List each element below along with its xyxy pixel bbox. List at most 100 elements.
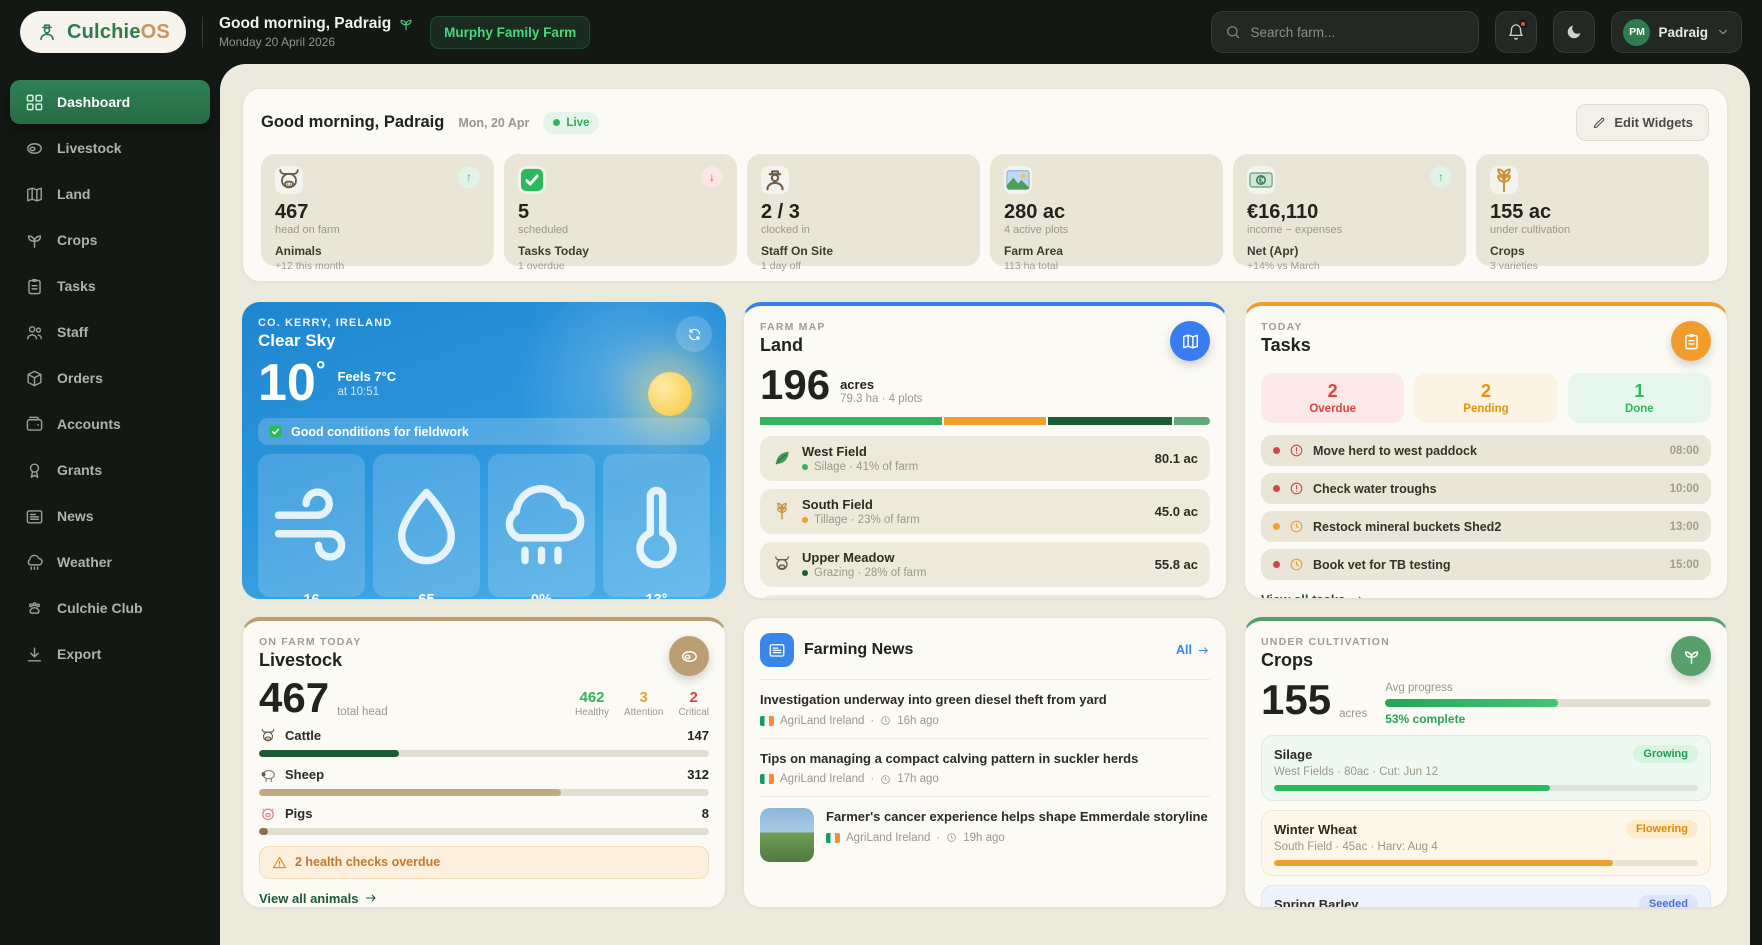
search-icon bbox=[1225, 24, 1241, 40]
task-row[interactable]: Check water troughs 10:00 bbox=[1261, 473, 1711, 504]
view-all-tasks-link[interactable]: View all tasks bbox=[1261, 592, 1365, 599]
notifications-button[interactable] bbox=[1495, 11, 1537, 53]
plot-row[interactable]: Upper Meadow Grazing · 28% of farm 55.8 … bbox=[760, 542, 1210, 587]
land-map-button[interactable] bbox=[1170, 321, 1210, 361]
sidebar-item[interactable]: Accounts bbox=[10, 402, 210, 446]
task-row[interactable]: Restock mineral buckets Shed2 13:00 bbox=[1261, 511, 1711, 542]
search-input[interactable] bbox=[1250, 25, 1465, 40]
sidebar-item[interactable]: Staff bbox=[10, 310, 210, 354]
animal-icon bbox=[259, 727, 277, 745]
news-all-link[interactable]: All bbox=[1176, 643, 1210, 657]
plot-name: West Field bbox=[802, 444, 1145, 459]
task-status-count: 2 bbox=[1414, 381, 1557, 402]
sidebar-item[interactable]: Orders bbox=[10, 356, 210, 400]
sidebar-item[interactable]: Crops bbox=[10, 218, 210, 262]
stat-card[interactable]: ↓ 5 scheduled Tasks Today 1 overdue bbox=[504, 154, 737, 266]
crop-bar-track bbox=[1274, 860, 1698, 866]
crop-status-badge: Seeded bbox=[1639, 895, 1698, 908]
clock-icon bbox=[946, 832, 957, 843]
crop-card[interactable]: Winter Wheat Flowering South Field · 45a… bbox=[1261, 810, 1711, 876]
sidebar-item-label: Culchie Club bbox=[57, 600, 143, 616]
news-list: Investigation underway into green diesel… bbox=[760, 679, 1210, 873]
steak-icon bbox=[680, 647, 699, 666]
crop-name: Winter Wheat bbox=[1274, 822, 1357, 837]
task-row[interactable]: Move herd to west paddock 08:00 bbox=[1261, 435, 1711, 466]
sidebar-item[interactable]: Culchie Club bbox=[10, 586, 210, 630]
livestock-button[interactable] bbox=[669, 636, 709, 676]
sidebar-item[interactable]: Export bbox=[10, 632, 210, 676]
tasks-button[interactable] bbox=[1671, 321, 1711, 361]
land-usage-segment bbox=[760, 417, 942, 425]
crops-unit: acres bbox=[1339, 708, 1367, 720]
sidebar-item[interactable]: Land bbox=[10, 172, 210, 216]
user-name: Padraig bbox=[1658, 25, 1708, 40]
land-acres-meta: acres 79.3 ha · 4 plots bbox=[840, 377, 922, 405]
plot-status-dot bbox=[802, 464, 808, 470]
sidebar-item[interactable]: Livestock bbox=[10, 126, 210, 170]
crops-progress-track bbox=[1385, 699, 1711, 707]
stat-value: €16,110 bbox=[1247, 201, 1452, 223]
livestock-health-stats: 462 Healthy 3 Attention 2 Critical bbox=[575, 689, 709, 718]
task-status-pill[interactable]: 2 Pending bbox=[1414, 373, 1557, 423]
sidebar-nav: Dashboard Livestock Land Crops Tasks Sta… bbox=[10, 80, 210, 676]
weather-refresh-button[interactable] bbox=[676, 316, 712, 352]
task-priority-dot bbox=[1273, 485, 1280, 492]
plot-info: West Field Silage · 41% of farm bbox=[802, 444, 1145, 473]
view-all-animals-link[interactable]: View all animals bbox=[259, 891, 378, 906]
crops-acres-value: 155 bbox=[1261, 680, 1331, 720]
animal-row[interactable]: Pigs 8 bbox=[259, 805, 709, 835]
edit-widgets-button[interactable]: Edit Widgets bbox=[1576, 104, 1709, 141]
sidebar-item[interactable]: Dashboard bbox=[10, 80, 210, 124]
news-item[interactable]: Tips on managing a compact calving patte… bbox=[760, 738, 1210, 797]
plot-name: South Field bbox=[802, 497, 1145, 512]
search-bar[interactable] bbox=[1211, 11, 1479, 53]
plot-row[interactable]: River Parcel Woodland · 8% of farm 15.1 … bbox=[760, 595, 1210, 599]
stat-card[interactable]: 2 / 3 clocked in Staff On Site 1 day off bbox=[747, 154, 980, 266]
news-item[interactable]: Investigation underway into green diesel… bbox=[760, 679, 1210, 738]
weather-condition: Clear Sky bbox=[258, 331, 710, 351]
crops-progress-text: 53% complete bbox=[1385, 712, 1711, 726]
stat-card[interactable]: ↑ 467 head on farm Animals +12 this mont… bbox=[261, 154, 494, 266]
task-status-pill[interactable]: 2 Overdue bbox=[1261, 373, 1404, 423]
task-status-pill[interactable]: 1 Done bbox=[1568, 373, 1711, 423]
plot-row[interactable]: South Field Tillage · 23% of farm 45.0 a… bbox=[760, 489, 1210, 534]
stat-card[interactable]: € ↑ €16,110 income − expenses Net (Apr) … bbox=[1233, 154, 1466, 266]
plot-status-dot bbox=[802, 517, 808, 523]
stat-icon bbox=[275, 166, 303, 194]
livestock-total-label: total head bbox=[337, 706, 388, 718]
tasks-widget: TODAY Tasks 2 Overdue 2 Pending bbox=[1244, 302, 1728, 599]
sidebar-item[interactable]: Tasks bbox=[10, 264, 210, 308]
welcome-card: Good morning, Padraig Mon, 20 Apr Live E… bbox=[242, 88, 1728, 282]
svg-text:€: € bbox=[1259, 175, 1264, 185]
land-unit: acres bbox=[840, 377, 922, 392]
crop-card[interactable]: Spring Barley Seeded Top Field · 30ac · … bbox=[1261, 885, 1711, 908]
app-logo[interactable]: CulchieOS bbox=[20, 11, 186, 53]
animal-row[interactable]: Cattle 147 bbox=[259, 727, 709, 757]
task-row[interactable]: Book vet for TB testing 15:00 bbox=[1261, 549, 1711, 580]
sidebar-item[interactable]: News bbox=[10, 494, 210, 538]
health-alert-banner[interactable]: 2 health checks overdue bbox=[259, 846, 709, 879]
user-menu[interactable]: PM Padraig bbox=[1611, 11, 1742, 53]
dark-mode-toggle[interactable] bbox=[1553, 11, 1595, 53]
page-title: Good morning, Padraig bbox=[261, 113, 444, 132]
ireland-flag-icon bbox=[760, 716, 774, 726]
sidebar-item-icon bbox=[25, 185, 44, 204]
stat-card[interactable]: 280 ac 4 active plots Farm Area 113 ha t… bbox=[990, 154, 1223, 266]
stat-label: Crops bbox=[1490, 244, 1695, 258]
stat-value: 155 ac bbox=[1490, 201, 1695, 223]
news-item[interactable]: Farmer's cancer experience helps shape E… bbox=[760, 796, 1210, 873]
sidebar-item[interactable]: Grants bbox=[10, 448, 210, 492]
plot-row[interactable]: West Field Silage · 41% of farm 80.1 ac bbox=[760, 436, 1210, 481]
stat-label: Farm Area bbox=[1004, 244, 1209, 258]
crop-card[interactable]: Silage Growing West Fields · 80ac · Cut:… bbox=[1261, 735, 1711, 801]
animal-row[interactable]: Sheep 312 bbox=[259, 766, 709, 796]
livestock-eyebrow: ON FARM TODAY bbox=[259, 636, 362, 648]
edit-widgets-label: Edit Widgets bbox=[1614, 115, 1693, 130]
land-usage-segment bbox=[1048, 417, 1172, 425]
crops-button[interactable] bbox=[1671, 636, 1711, 676]
crop-name: Spring Barley bbox=[1274, 897, 1359, 909]
sun-icon bbox=[648, 372, 692, 416]
stat-card[interactable]: 155 ac under cultivation Crops 3 varieti… bbox=[1476, 154, 1709, 266]
sidebar-item[interactable]: Weather bbox=[10, 540, 210, 584]
sidebar-item-icon bbox=[25, 553, 44, 572]
